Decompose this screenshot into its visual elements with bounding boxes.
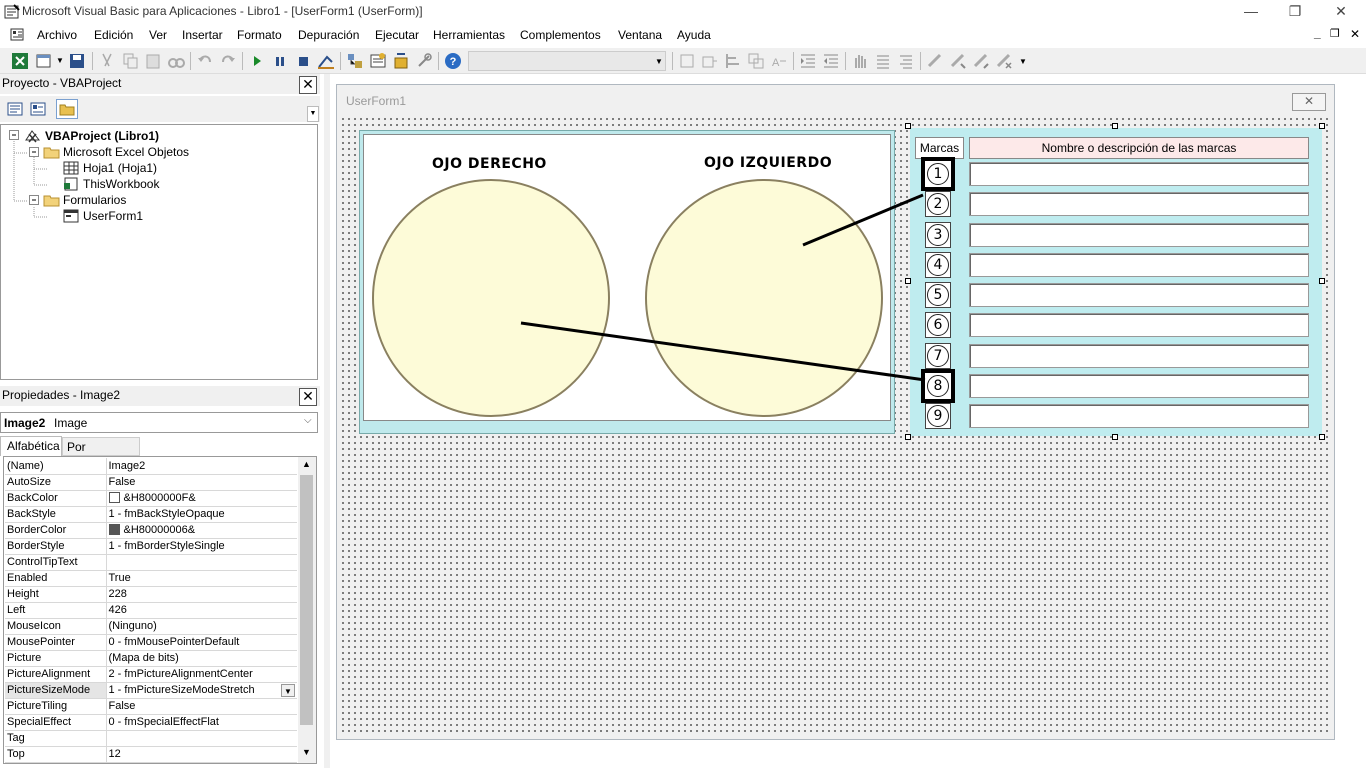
mark-6-number: 6 [927, 314, 949, 336]
mark-9-description-field[interactable] [969, 404, 1309, 428]
mark-2-description-field[interactable] [969, 192, 1309, 216]
resize-handle-sw[interactable] [905, 434, 911, 440]
mark-4-description-field[interactable] [969, 253, 1309, 277]
mark-9-number: 9 [927, 405, 949, 427]
resize-handle-e[interactable] [1319, 278, 1325, 284]
right-eye-circle [372, 179, 610, 417]
description-header: Nombre o descripción de las marcas [969, 137, 1309, 159]
resize-handle-s[interactable] [1112, 434, 1118, 440]
mark-5-description-field[interactable] [969, 283, 1309, 307]
mark-1-number: 1 [927, 163, 949, 185]
mark-1-description-field[interactable] [969, 162, 1309, 186]
mark-8-description-field[interactable] [969, 374, 1309, 398]
resize-handle-w[interactable] [905, 278, 911, 284]
resize-handle-nw[interactable] [905, 123, 911, 129]
mark-2-number: 2 [927, 193, 949, 215]
marks-header: Marcas [915, 137, 964, 159]
mark-6-description-field[interactable] [969, 313, 1309, 337]
mark-3-number: 3 [927, 224, 949, 246]
resize-handle-se[interactable] [1319, 434, 1325, 440]
resize-handle-n[interactable] [1112, 123, 1118, 129]
mark-7-description-field[interactable] [969, 344, 1309, 368]
mark-3-description-field[interactable] [969, 223, 1309, 247]
mark-8-number: 8 [927, 375, 949, 397]
mark-5-number: 5 [927, 284, 949, 306]
mark-4-number: 4 [927, 254, 949, 276]
resize-handle-ne[interactable] [1319, 123, 1325, 129]
left-eye-circle [645, 179, 883, 417]
mark-7-number: 7 [927, 345, 949, 367]
